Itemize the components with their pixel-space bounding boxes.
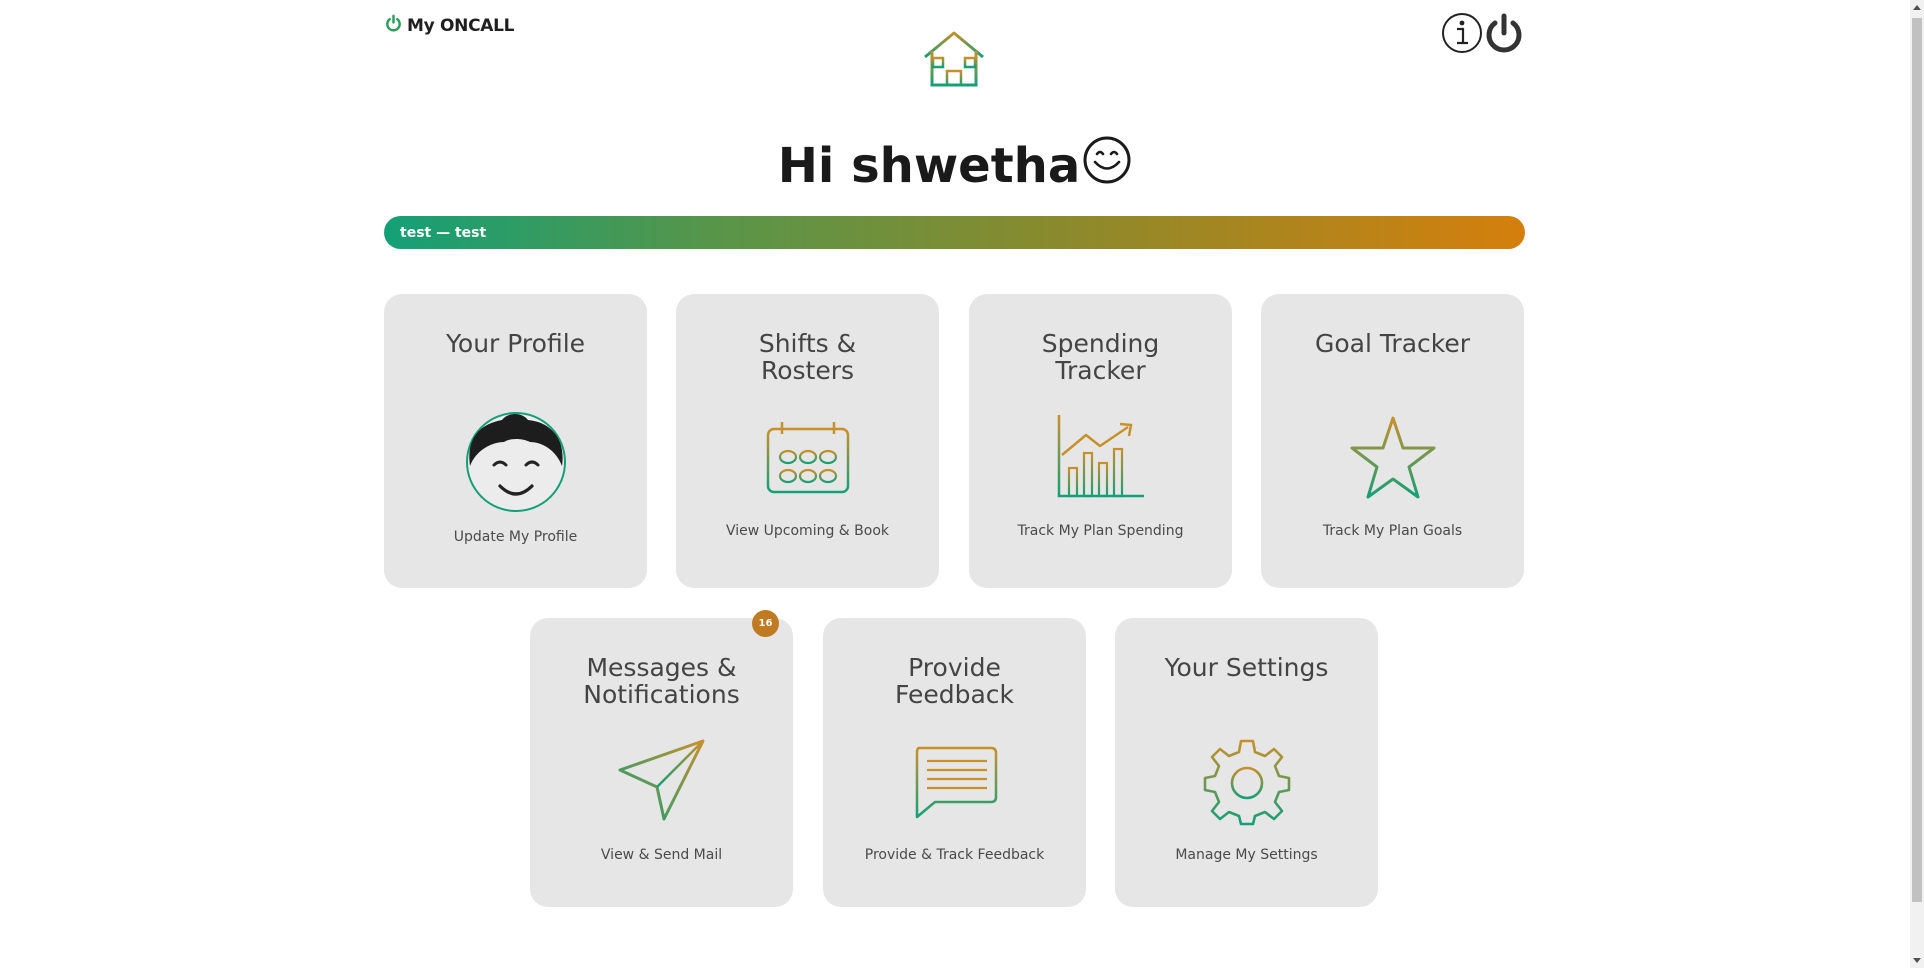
paper-plane-icon [617, 738, 707, 826]
tile-title: Shifts & Rosters [758, 329, 857, 385]
tile-your-profile[interactable]: Your Profile Update My Profile [384, 294, 647, 588]
tile-provide-feedback[interactable]: Provide Feedback Provide & Track Feedbac… [823, 618, 1086, 907]
brand-logo[interactable]: My ONCALL [384, 14, 515, 38]
notification-count-badge: 16 [752, 610, 779, 637]
avatar-icon [464, 410, 568, 518]
greeting-text: Hi shwetha [777, 138, 1081, 194]
bar-chart-icon [1056, 413, 1146, 503]
tile-title: Spending Tracker [1041, 329, 1160, 385]
scroll-down-icon[interactable] [1913, 958, 1921, 963]
tile-subtitle: Provide & Track Feedback [864, 847, 1045, 863]
tile-shifts-rosters[interactable]: Shifts & Rosters View Upcoming & Book [676, 294, 939, 588]
tile-title: Your Settings [1164, 653, 1329, 682]
tile-title: Messages & Notifications [583, 653, 740, 709]
scroll-thumb[interactable] [1912, 18, 1922, 902]
tile-your-settings[interactable]: Your Settings Manage My Settings [1115, 618, 1378, 907]
tile-goal-tracker[interactable]: Goal Tracker Track My Plan Goals [1261, 294, 1524, 588]
status-banner: test — test [384, 216, 1525, 249]
info-icon[interactable] [1441, 12, 1483, 54]
tile-title: Goal Tracker [1314, 329, 1471, 358]
smiley-icon [1082, 135, 1132, 197]
gear-icon [1203, 738, 1291, 830]
chat-icon [911, 745, 999, 823]
tile-subtitle: View Upcoming & Book [725, 523, 890, 539]
vertical-scrollbar[interactable] [1910, 0, 1924, 968]
brand-power-icon [384, 14, 403, 38]
star-icon [1348, 415, 1438, 505]
scroll-up-icon[interactable] [1913, 5, 1921, 10]
tile-subtitle: Track My Plan Spending [1017, 523, 1184, 539]
home-icon[interactable] [921, 30, 987, 88]
tile-subtitle: Manage My Settings [1175, 847, 1318, 863]
tile-title: Provide Feedback [894, 653, 1015, 709]
banner-text: test — test [400, 224, 487, 241]
logout-power-icon[interactable] [1482, 12, 1526, 56]
tile-messages-notifications[interactable]: Messages & Notifications View & Send Mai… [530, 618, 793, 907]
tile-subtitle: Track My Plan Goals [1322, 523, 1463, 539]
page-title: Hi shwetha [0, 135, 1910, 197]
calendar-icon [765, 419, 851, 499]
tile-subtitle: Update My Profile [453, 529, 578, 545]
brand-label: My ONCALL [407, 16, 515, 36]
tile-subtitle: View & Send Mail [600, 847, 723, 863]
tile-title: Your Profile [445, 329, 586, 358]
tile-spending-tracker[interactable]: Spending Tracker Track My Plan Spending [969, 294, 1232, 588]
